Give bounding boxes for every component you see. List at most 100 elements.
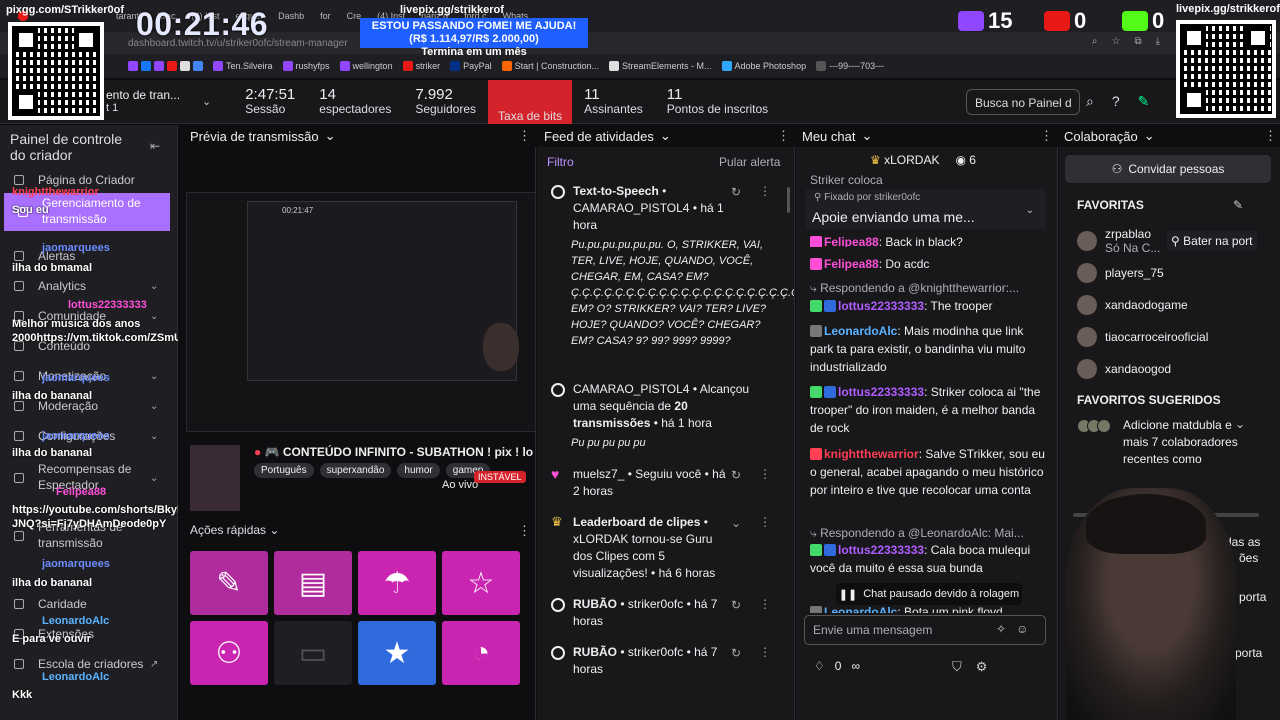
chat-paused-button[interactable]: ❚❚ Chat pausado devido à rolagem — [836, 583, 1022, 605]
bookmark-item[interactable]: Adobe Photoshop — [721, 61, 806, 71]
chevron-down-icon[interactable]: ⌄ — [202, 95, 211, 108]
skip-alert-button[interactable]: Pular alerta — [719, 155, 780, 169]
star-icon: ☆ — [467, 566, 495, 600]
zoom-icon[interactable]: ⌕ — [1092, 36, 1098, 47]
stream-title[interactable]: ● 🎮 CONTEÚDO INFINITO - SUBATHON ! pix !… — [254, 445, 536, 459]
extensions-icon[interactable]: ⧉ — [1134, 36, 1141, 47]
dashboard-search-input[interactable]: Busca no Painel d — [966, 89, 1080, 115]
chevron-down-icon[interactable]: ⌄ — [731, 516, 741, 530]
invite-people-button[interactable]: ⚇ Convidar pessoas — [1065, 155, 1271, 183]
add-mod-button[interactable]: ⚇ — [190, 621, 268, 685]
bookmark-item[interactable]: StreamElements - M... — [608, 61, 712, 71]
bookmark-item[interactable]: striker — [402, 61, 440, 71]
timer-button[interactable]: ◔ — [442, 621, 520, 685]
twitch-bookmark-icon[interactable] — [128, 61, 138, 71]
preview-more-icon[interactable]: ⋮ — [518, 128, 531, 144]
shield-icon[interactable]: ⛉ — [952, 659, 962, 675]
bookmark-item[interactable]: ---99----703--- — [816, 61, 884, 71]
collab-more-icon[interactable]: ⋮ — [1264, 128, 1277, 144]
youtube-bookmark-icon[interactable] — [167, 61, 177, 71]
chat-viewers[interactable]: ◉ 6 — [955, 153, 976, 167]
bookmark-item[interactable]: Start | Construction... — [501, 61, 599, 71]
more-icon[interactable]: ⋮ — [759, 597, 771, 611]
browser-tab[interactable]: Dashb — [18, 4, 310, 28]
edit-layout-icon[interactable]: ✎ — [1138, 93, 1150, 110]
favorite-item[interactable]: xandaodogame — [1077, 295, 1188, 315]
pinned-message[interactable]: ⚲ Fixado por striker0ofc Apoie enviando … — [806, 189, 1046, 229]
chevron-down-icon[interactable]: ⌄ — [1026, 205, 1034, 216]
video-player[interactable]: 00:21:47 — [186, 192, 536, 432]
chat-message[interactable]: lottus22333333: The trooper — [810, 297, 1046, 315]
replay-icon[interactable]: ↻ — [731, 185, 741, 199]
pix-url-overlay: pixgg.com/STrikker0of — [6, 4, 124, 16]
bookmark-item[interactable]: Ten.Silveira — [213, 61, 273, 71]
create-clip-button[interactable]: ▤ — [274, 551, 352, 615]
chat-message[interactable]: Felipea88: Do acdc — [810, 255, 1046, 273]
more-icon[interactable]: ⋮ — [759, 184, 771, 198]
chevron-down-icon[interactable]: ⌄ — [1235, 417, 1245, 431]
chat-message[interactable]: Felipea88: Back in black? — [810, 233, 1046, 247]
more-icon[interactable]: ⋮ — [759, 515, 771, 529]
help-icon[interactable]: ? — [1112, 93, 1120, 110]
twitch-bookmark-icon[interactable] — [154, 61, 164, 71]
ad-button[interactable]: ☆ — [442, 551, 520, 615]
search-icon[interactable]: ⌕ — [1086, 93, 1094, 110]
bookmark-item[interactable]: wellington — [339, 61, 393, 71]
replay-icon[interactable]: ↻ — [731, 598, 741, 612]
google-bookmark-icon[interactable] — [193, 61, 203, 71]
tag[interactable]: Português — [254, 463, 314, 478]
tag[interactable]: humor — [397, 463, 440, 478]
emote-effects-icon[interactable]: ✧ — [996, 622, 1006, 636]
streamelements-bookmark-icon — [608, 61, 619, 71]
gear-icon[interactable]: ⚙ — [976, 659, 988, 675]
preview-panel-header[interactable]: Prévia de transmissão ⌄ — [178, 125, 536, 147]
browser-tab[interactable]: for — [18, 4, 337, 28]
activity-scrollbar[interactable] — [787, 187, 790, 213]
knock-door-button[interactable]: ⚲ Bater na port — [1167, 231, 1257, 251]
activity-panel-header[interactable]: Feed de atividades ⌄ — [532, 125, 671, 147]
bookmark-item[interactable]: PayPal — [450, 61, 492, 71]
youtube-bookmark-icon — [402, 61, 413, 71]
top-chatter[interactable]: ♛ xLORDAK — [870, 153, 939, 167]
favorite-item[interactable]: tiaocarroceirooficial — [1077, 327, 1208, 347]
subathon-timer: 00:21:46 — [136, 6, 269, 42]
download-icon[interactable]: ⤓ — [1156, 36, 1160, 47]
collab-panel-header[interactable]: Colaboração ⌄ — [1052, 125, 1155, 147]
facebook-bookmark-icon[interactable] — [141, 61, 151, 71]
disabled-action-button[interactable]: ▭ — [274, 621, 352, 685]
chevron-down-icon: ⌄ — [150, 472, 159, 484]
bookmark-star-icon[interactable]: ☆ — [1111, 36, 1120, 47]
replay-icon[interactable]: ↻ — [731, 646, 741, 660]
quick-actions-header[interactable]: Ações rápidas ⌄ — [190, 523, 279, 537]
chat-message[interactable]: knightthewarrior: Salve STrikker, sou eu… — [810, 445, 1046, 499]
overlay-chat-text: Kkk — [12, 689, 33, 701]
overlay-chat-user: jaomarquees — [42, 430, 110, 442]
highlight-button[interactable]: ★ — [358, 621, 436, 685]
favorite-item[interactable]: players_75 — [1077, 263, 1164, 283]
chat-top-bar: ♛ xLORDAK ◉ 6 — [870, 153, 976, 167]
collapse-sidebar-icon[interactable]: ⇤ — [150, 139, 160, 153]
sidebar-item-analytics[interactable]: Analytics ⌄ — [0, 275, 177, 297]
raid-button[interactable]: ☂ — [358, 551, 436, 615]
bookmark-item[interactable]: rushyfps — [282, 61, 330, 71]
github-bookmark-icon[interactable] — [180, 61, 190, 71]
sidebar-item-charity[interactable]: Caridade — [0, 593, 177, 615]
chat-panel-header[interactable]: Meu chat ⌄ — [790, 125, 872, 147]
edit-stream-info-button[interactable]: ✎ — [190, 551, 268, 615]
more-icon[interactable]: ⋮ — [759, 467, 771, 481]
filter-button[interactable]: Filtro — [547, 155, 574, 169]
favorite-item[interactable]: zrpablao Só Na C... — [1077, 227, 1160, 256]
chat-message[interactable]: LeonardoAlc: Mais modinha que link park … — [810, 322, 1046, 376]
quick-actions-more-icon[interactable]: ⋮ — [518, 523, 531, 539]
replay-icon[interactable]: ↻ — [731, 468, 741, 482]
chat-message[interactable]: lottus22333333: Striker coloca ai "the t… — [810, 383, 1046, 437]
analytics-icon — [14, 281, 24, 291]
emoji-icon[interactable]: ☺ — [1016, 622, 1028, 636]
more-icon[interactable]: ⋮ — [759, 645, 771, 659]
favorite-item[interactable]: xandaoogod — [1077, 359, 1171, 379]
activity-more-icon[interactable]: ⋮ — [777, 128, 790, 144]
tag[interactable]: superxandão — [319, 463, 392, 478]
channel-points[interactable]: ♢ 0 ∞ — [814, 659, 860, 673]
pencil-icon[interactable]: ✎ — [1233, 198, 1243, 212]
qr-code-left — [8, 22, 104, 120]
